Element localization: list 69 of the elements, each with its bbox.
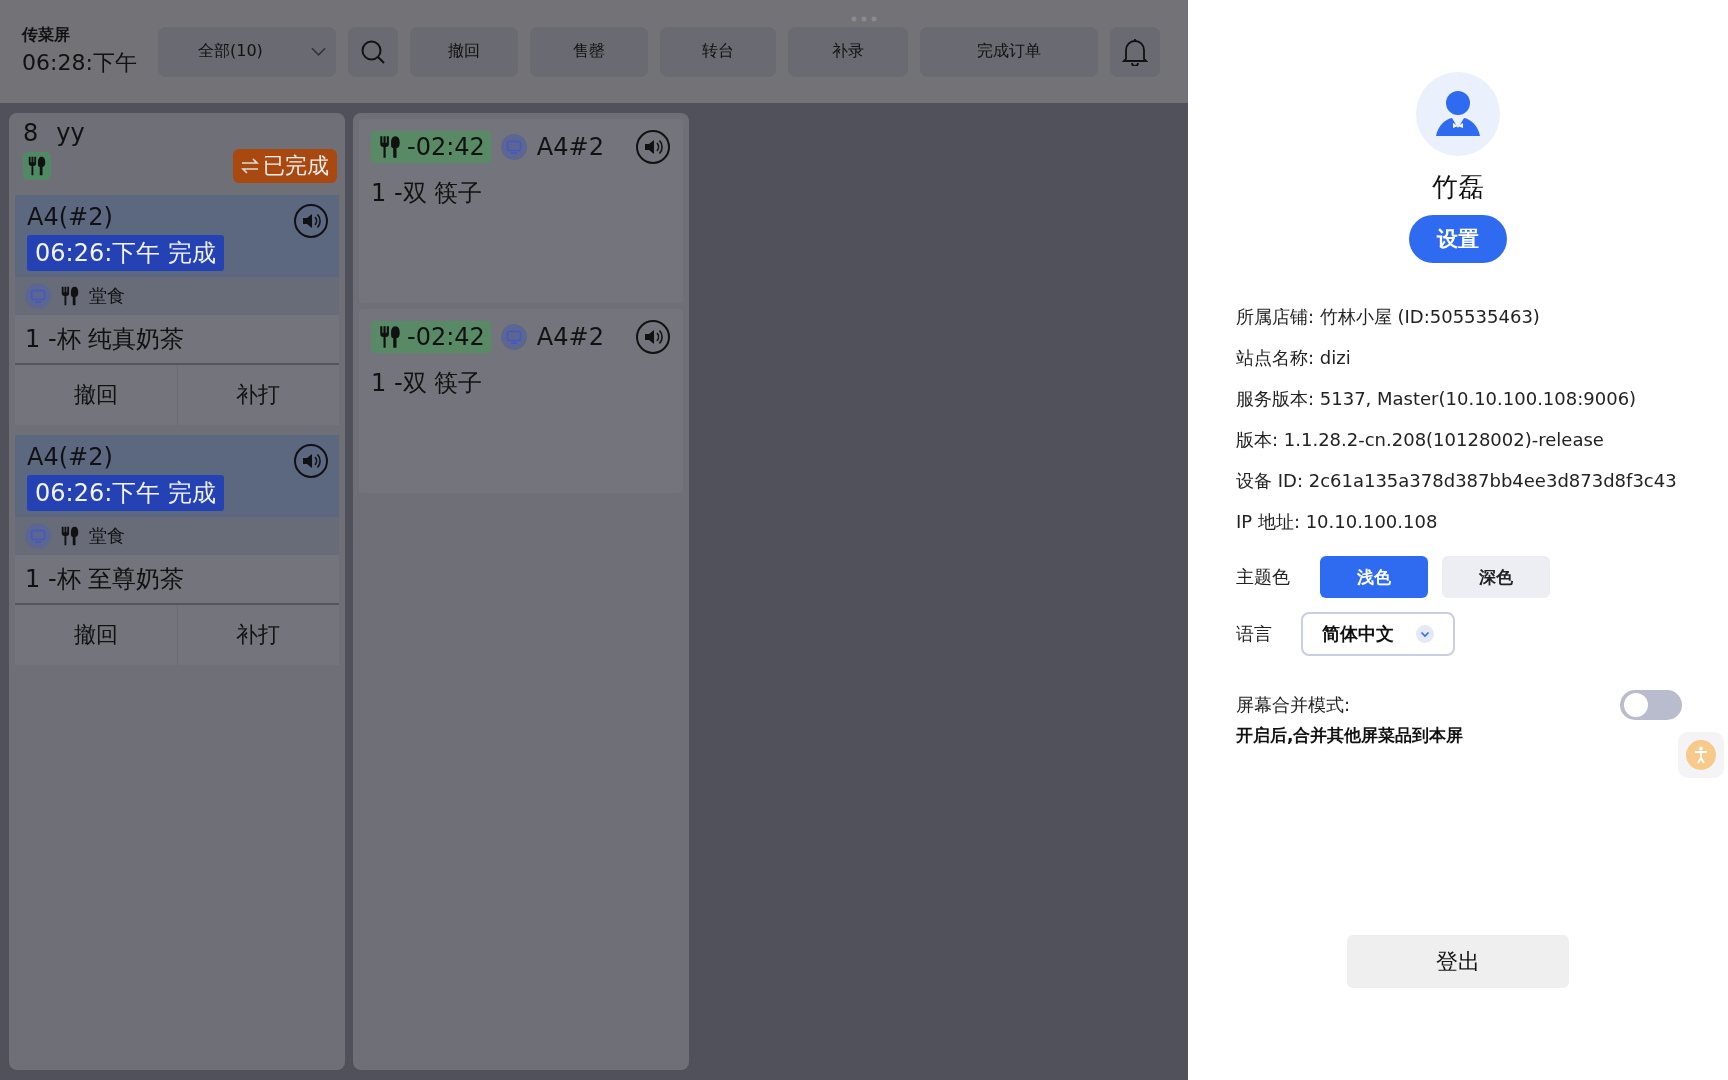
order-item: 1 -杯 至尊奶茶 <box>15 555 339 605</box>
table-number: A4(#2) <box>27 203 113 231</box>
info-line: 所属店铺: 竹林小屋 (ID:505535463) <box>1236 305 1541 329</box>
toolbar-button[interactable]: 补录 <box>788 26 908 77</box>
table-number: A4(#2) <box>27 443 113 471</box>
group-name: yy <box>56 119 85 147</box>
ticket-card[interactable]: -02:42 A4#2 1 -双 筷子 <box>359 119 683 303</box>
theme-option[interactable]: 深色 <box>1442 556 1550 598</box>
bell-icon <box>1122 37 1148 66</box>
completion-time-badge: 06:26:下午 完成 <box>27 475 224 511</box>
fork-knife-icon <box>59 285 81 307</box>
order-item: 1 -双 筷子 <box>371 178 484 209</box>
fork-knife-icon <box>59 525 81 547</box>
table-number: A4#2 <box>536 323 605 351</box>
user-name: 竹磊 <box>1432 171 1484 204</box>
speaker-icon[interactable] <box>293 203 329 239</box>
order-item: 1 -杯 纯真奶茶 <box>15 315 339 365</box>
speaker-icon[interactable] <box>293 443 329 479</box>
ticket-card[interactable]: -02:42 A4#2 1 -双 筷子 <box>359 309 683 493</box>
chevron-down-icon <box>310 46 326 57</box>
language-label: 语言 <box>1236 622 1273 646</box>
merge-mode-hint: 开启后,合并其他屏菜品到本屏 <box>1235 724 1465 747</box>
fork-knife-icon <box>377 134 403 160</box>
swap-icon <box>241 158 259 174</box>
action-button[interactable]: 撤回 <box>15 365 177 425</box>
info-line: 设备 ID: 2c61a135a378d387bb4ee3d873d8f3c43 <box>1236 469 1678 493</box>
clock-time: 06:28:下午 <box>22 49 138 77</box>
table-number: A4#2 <box>536 133 605 161</box>
timer-badge: -02:42 <box>371 131 491 163</box>
toolbar-button[interactable]: 完成订单 <box>920 26 1098 77</box>
theme-option[interactable]: 浅色 <box>1320 556 1428 598</box>
info-line: IP 地址: 10.10.100.108 <box>1236 510 1439 534</box>
settings-button[interactable]: 设置 <box>1409 215 1507 263</box>
screen-title: 传菜屏 <box>22 25 71 46</box>
completion-time-badge: 06:26:下午 完成 <box>27 235 224 271</box>
theme-label: 主题色 <box>1236 565 1291 589</box>
monitor-icon <box>500 134 527 160</box>
merge-mode-label: 屏幕合并模式: <box>1236 693 1351 717</box>
info-line: 站点名称: dizi <box>1236 346 1352 370</box>
search-button[interactable] <box>348 26 398 77</box>
avatar-icon <box>1416 72 1500 156</box>
chevron-down-icon <box>1416 625 1434 643</box>
order-type: 堂食 <box>89 524 125 548</box>
action-button[interactable]: 补打 <box>176 365 339 425</box>
action-button[interactable]: 撤回 <box>15 605 177 665</box>
toolbar-button[interactable]: 转台 <box>660 26 776 77</box>
logout-button[interactable]: 登出 <box>1347 935 1569 988</box>
order-type: 堂食 <box>89 284 125 308</box>
drag-handle-icon[interactable] <box>851 16 877 22</box>
monitor-icon <box>500 324 527 350</box>
search-icon <box>360 38 386 65</box>
status-button[interactable]: 已完成 <box>233 149 337 183</box>
speaker-icon[interactable] <box>635 129 671 165</box>
order-item: 1 -双 筷子 <box>371 368 484 399</box>
monitor-icon <box>25 283 51 309</box>
info-line: 服务版本: 5137, Master(10.10.100.108:9006) <box>1236 387 1638 411</box>
toolbar-button[interactable]: 售罄 <box>530 26 648 77</box>
merge-mode-toggle[interactable] <box>1620 690 1682 720</box>
language-select[interactable]: 简体中文 <box>1301 612 1455 656</box>
filter-dropdown[interactable]: 全部(10) <box>158 26 336 77</box>
group-number: 8 <box>23 119 39 147</box>
info-line: 版本: 1.1.28.2-cn.208(10128002)-release <box>1236 428 1605 452</box>
fork-knife-icon <box>377 324 403 350</box>
timer-badge: -02:42 <box>371 321 491 353</box>
speaker-icon[interactable] <box>635 319 671 355</box>
monitor-icon <box>25 523 51 549</box>
action-button[interactable]: 补打 <box>176 605 339 665</box>
notification-button[interactable] <box>1110 26 1160 77</box>
toolbar-button[interactable]: 撤回 <box>410 26 518 77</box>
